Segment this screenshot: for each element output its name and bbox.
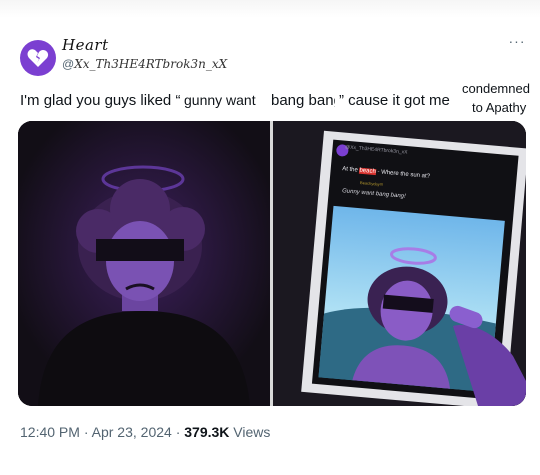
tweet-text-end: ” cause it got me xyxy=(339,92,450,109)
views-label: Views xyxy=(233,424,271,440)
views-count: 379.3K xyxy=(184,424,230,440)
tweet-insert-word-1: condemned xyxy=(462,81,530,96)
tweet-media[interactable] xyxy=(18,121,526,406)
user-handle[interactable]: @Xx_Th3HE4RTbrok3n_xX xyxy=(62,57,227,71)
media-image-photo-card[interactable] xyxy=(273,121,526,406)
handle-text: Xx_Th3HE4RTbrok3n_xX xyxy=(74,57,228,71)
post-date: Apr 23, 2024 xyxy=(91,424,172,440)
separator: · xyxy=(175,424,181,440)
more-options-button[interactable]: ··· xyxy=(506,34,528,54)
tweet-insert-word-2: to Apathy xyxy=(472,100,527,115)
handle-prefix: @ xyxy=(62,57,75,71)
tweet-text-start: I'm glad you guys liked “ xyxy=(20,92,181,109)
post-timestamp[interactable]: 12:40 PM · Apr 23, 2024 · 379.3K Views xyxy=(20,424,270,440)
card-line-1-highlight: beach xyxy=(359,167,377,176)
tweet-insert-song-1: gunny want xyxy=(184,92,256,108)
post-time: 12:40 PM xyxy=(20,424,80,440)
media-image-portrait[interactable] xyxy=(18,121,270,406)
separator: · xyxy=(83,424,89,440)
display-name[interactable]: Heart xyxy=(62,36,109,54)
broken-heart-icon xyxy=(27,49,49,67)
tweet-insert-song-2: bang bang xyxy=(271,92,342,109)
top-edge xyxy=(0,0,540,18)
avatar[interactable] xyxy=(20,40,56,76)
